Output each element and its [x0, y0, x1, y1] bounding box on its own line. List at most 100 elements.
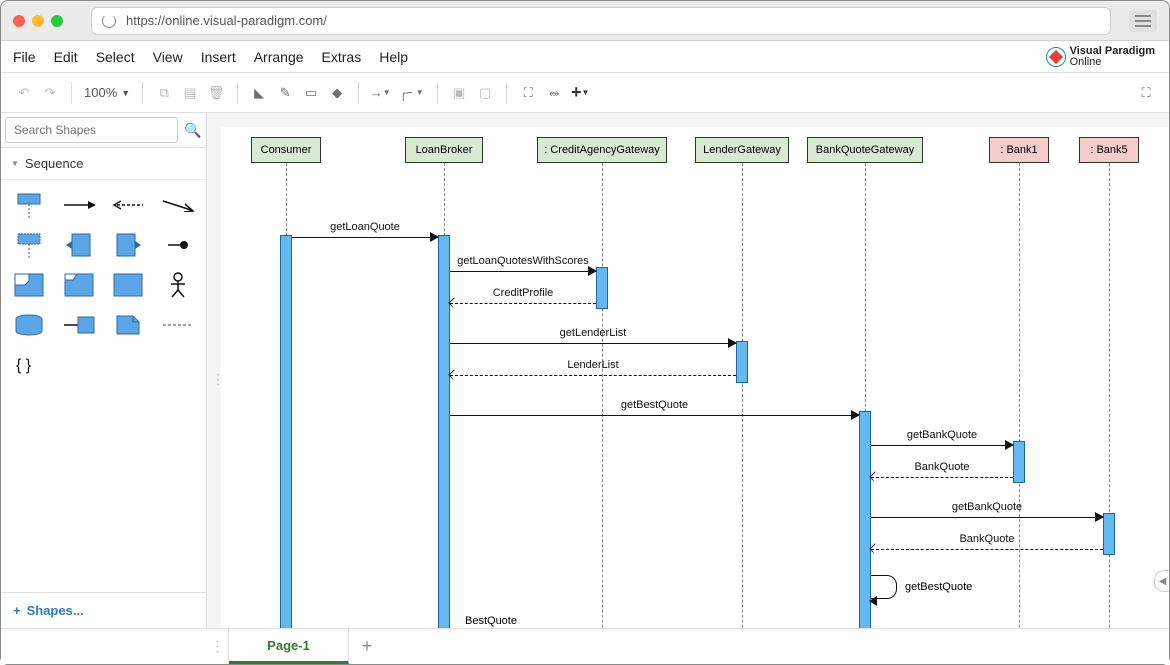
lifeline-dash-lender [742, 163, 743, 628]
menu-file[interactable]: File [13, 49, 36, 65]
menu-arrange[interactable]: Arrange [254, 49, 304, 65]
shape-continuation[interactable] [156, 308, 200, 342]
menu-view[interactable]: View [153, 49, 183, 65]
menu-insert[interactable]: Insert [201, 49, 236, 65]
lifeline-loanbroker[interactable]: LoanBroker [405, 137, 483, 163]
fit-icon[interactable]: ⛶ [519, 84, 537, 102]
message-1[interactable]: getLoanQuotesWithScores [450, 259, 596, 273]
shape-end-point[interactable] [156, 228, 200, 262]
shape-actor[interactable] [156, 268, 200, 302]
message-label: getLoanQuotesWithScores [450, 255, 596, 267]
maximize-window-icon[interactable] [51, 15, 63, 27]
message-9[interactable]: BankQuote [871, 537, 1103, 551]
diamond-fill-icon[interactable]: ◆ [328, 84, 346, 102]
brand-logo[interactable]: Visual ParadigmOnline [1046, 46, 1155, 68]
more-shapes-button[interactable]: +Shapes... [1, 592, 206, 628]
pencil-icon[interactable]: ✎ [276, 84, 294, 102]
search-icon[interactable]: 🔍 [184, 122, 201, 139]
lifeline-credit[interactable]: : CreditAgencyGateway [537, 137, 667, 163]
shape-frame-opt[interactable] [107, 268, 151, 302]
shape-async-message[interactable] [156, 188, 200, 222]
zoom-dropdown[interactable]: 100%▼ [84, 85, 130, 100]
shape-constraint[interactable]: { } [7, 348, 51, 382]
shape-lifeline[interactable] [7, 188, 51, 222]
message-label: LenderList [450, 359, 736, 371]
more-shapes-label: Shapes... [27, 603, 84, 618]
search-shapes-input[interactable] [5, 117, 178, 143]
lifeline-bankquote[interactable]: BankQuoteGateway [807, 137, 923, 163]
activation-bank5[interactable] [1103, 513, 1115, 555]
canvas-area[interactable]: ⋮ ConsumerLoanBroker: CreditAgencyGatewa… [207, 113, 1169, 628]
add-page-button[interactable]: + [349, 629, 385, 664]
fit-width-icon[interactable]: ⥈ [545, 84, 563, 102]
shape-boundary[interactable] [57, 308, 101, 342]
lifeline-bank5[interactable]: : Bank5 [1079, 137, 1139, 163]
message-7[interactable]: BankQuote [871, 465, 1013, 479]
footer-grip-icon[interactable]: ⋮ [207, 629, 229, 664]
redo-icon[interactable]: ↷ [41, 84, 59, 102]
shape-activation-left[interactable] [57, 228, 101, 262]
diagram-canvas[interactable]: Consumer LoanBroker : CreditAgencyGateway L… [221, 127, 1169, 628]
page-tab-1[interactable]: Page-1 [229, 629, 349, 664]
message-label: getLenderList [450, 327, 736, 339]
lifeline-consumer[interactable]: Consumer [251, 137, 321, 163]
activation-credit[interactable] [596, 267, 608, 309]
activation-bank1[interactable] [1013, 441, 1025, 483]
waypoint-style-icon[interactable]: ┌╴ ▼ [397, 84, 425, 102]
url-text: https://online.visual-paradigm.com/ [126, 13, 327, 28]
shape-frame-alt[interactable] [7, 268, 51, 302]
copy-icon[interactable]: ⧉ [155, 84, 173, 102]
message-0[interactable]: getLoanQuote [292, 225, 438, 239]
paste-icon[interactable]: ▤ [181, 84, 199, 102]
shape-return-message[interactable] [107, 188, 151, 222]
fill-icon[interactable]: ◣ [250, 84, 268, 102]
menu-help[interactable]: Help [379, 49, 408, 65]
activation-consumer[interactable] [280, 235, 292, 628]
shape-entity[interactable] [7, 308, 51, 342]
lifeline-bank1[interactable]: : Bank1 [989, 137, 1049, 163]
collapse-panel-icon[interactable]: ◀ [1154, 570, 1169, 592]
shape-activation-right[interactable] [107, 228, 151, 262]
message-6[interactable]: getBankQuote [871, 433, 1013, 447]
menu-select[interactable]: Select [96, 49, 135, 65]
footer-tabs: ⋮ Page-1 + [1, 628, 1169, 664]
palette-section-label: Sequence [25, 156, 84, 171]
add-icon[interactable]: +▼ [571, 84, 589, 102]
url-bar[interactable]: https://online.visual-paradigm.com/ [91, 7, 1111, 35]
rect-icon[interactable]: ▭ [302, 84, 320, 102]
refresh-icon[interactable] [102, 14, 116, 28]
delete-icon[interactable]: 🗑 [207, 84, 225, 102]
page-tab-label: Page-1 [267, 638, 310, 653]
shape-sync-message[interactable] [57, 188, 101, 222]
connector-style-icon[interactable]: → ▼ [371, 84, 389, 102]
menu-edit[interactable]: Edit [54, 49, 78, 65]
message-label: getBestQuote [450, 399, 859, 411]
to-front-icon[interactable]: ▣ [450, 84, 468, 102]
message-5[interactable]: getBestQuote [450, 403, 859, 417]
message-3[interactable]: getLenderList [450, 331, 736, 345]
message-8[interactable]: getBankQuote [871, 505, 1103, 519]
message-4[interactable]: LenderList [450, 363, 736, 377]
shape-found-message[interactable] [7, 228, 51, 262]
zoom-value: 100% [84, 85, 117, 100]
logo-badge-icon [1046, 47, 1066, 67]
undo-icon[interactable]: ↶ [15, 84, 33, 102]
activation-lender[interactable] [736, 341, 748, 383]
message-label: getBankQuote [871, 501, 1103, 513]
fullscreen-icon[interactable]: ⛶ [1137, 84, 1155, 102]
palette-section-sequence[interactable]: Sequence [1, 148, 206, 180]
self-message-label: getBestQuote [905, 581, 972, 593]
self-message-0[interactable]: getBestQuote [871, 575, 901, 603]
to-back-icon[interactable]: ▢ [476, 84, 494, 102]
activation-loanbroker[interactable] [438, 235, 450, 628]
lifeline-lender[interactable]: LenderGateway [695, 137, 789, 163]
menu-extras[interactable]: Extras [322, 49, 362, 65]
shape-note[interactable] [107, 308, 151, 342]
shape-frame-loop[interactable] [57, 268, 101, 302]
window-titlebar: https://online.visual-paradigm.com/ [1, 1, 1169, 41]
minimize-window-icon[interactable] [32, 15, 44, 27]
palette-grid: { } [1, 180, 206, 390]
message-2[interactable]: CreditProfile [450, 291, 596, 305]
hamburger-menu-icon[interactable] [1129, 10, 1157, 32]
close-window-icon[interactable] [13, 15, 25, 27]
